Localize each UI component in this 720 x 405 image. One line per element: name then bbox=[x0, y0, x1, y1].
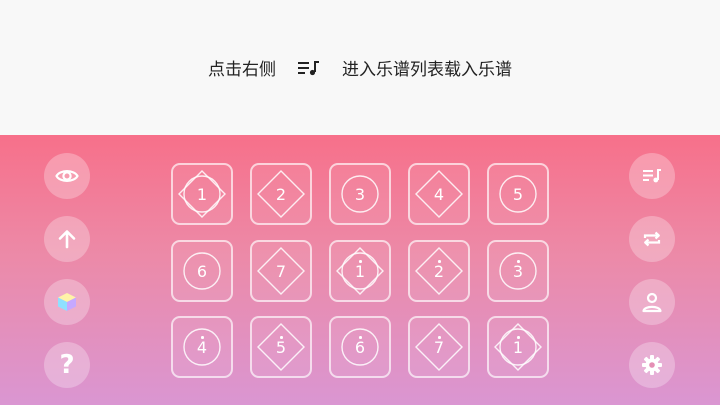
skin-button[interactable] bbox=[44, 279, 90, 325]
key-label: 5 bbox=[275, 337, 287, 357]
note-key[interactable]: 5 bbox=[487, 163, 549, 225]
profile-button[interactable] bbox=[629, 279, 675, 325]
note-key[interactable]: 1 bbox=[171, 163, 233, 225]
key-label: 2 bbox=[433, 261, 445, 281]
high-octave-dot bbox=[359, 260, 362, 263]
hint-text-before: 点击右侧 bbox=[208, 60, 276, 80]
key-label: 7 bbox=[433, 337, 445, 357]
gear-icon bbox=[642, 355, 662, 375]
key-label: 1 bbox=[196, 184, 208, 204]
note-key[interactable]: 5 bbox=[250, 316, 312, 378]
key-label: 4 bbox=[196, 337, 208, 357]
note-key[interactable]: 4 bbox=[171, 316, 233, 378]
toggle-visibility-button[interactable] bbox=[44, 153, 90, 199]
instrument-panel: ? 1 2 3 4 5 6 7 1 2 3 4 5 6 7 1 bbox=[0, 135, 720, 405]
cube-icon bbox=[58, 293, 76, 311]
note-key[interactable]: 6 bbox=[171, 240, 233, 302]
key-label: 3 bbox=[512, 261, 524, 281]
key-label: 7 bbox=[275, 261, 287, 281]
note-key[interactable]: 7 bbox=[250, 240, 312, 302]
music-list-icon bbox=[298, 60, 319, 75]
scroll-up-button[interactable] bbox=[44, 216, 90, 262]
key-label: 5 bbox=[512, 184, 524, 204]
key-label: 6 bbox=[196, 261, 208, 281]
key-label: 6 bbox=[354, 337, 366, 357]
high-octave-dot bbox=[280, 336, 283, 339]
key-label: 1 bbox=[354, 261, 366, 281]
note-key[interactable]: 1 bbox=[487, 316, 549, 378]
question-icon: ? bbox=[59, 350, 75, 380]
key-label: 4 bbox=[433, 184, 445, 204]
high-octave-dot bbox=[359, 336, 362, 339]
key-label: 3 bbox=[354, 184, 366, 204]
note-key[interactable]: 3 bbox=[329, 163, 391, 225]
user-icon bbox=[642, 292, 662, 313]
key-label: 1 bbox=[512, 337, 524, 357]
note-key[interactable]: 7 bbox=[408, 316, 470, 378]
note-key[interactable]: 1 bbox=[329, 240, 391, 302]
note-key[interactable]: 2 bbox=[250, 163, 312, 225]
hint-text-after: 进入乐谱列表载入乐谱 bbox=[342, 60, 512, 80]
arrow-up-icon bbox=[58, 230, 76, 249]
key-label: 2 bbox=[275, 184, 287, 204]
settings-button[interactable] bbox=[629, 342, 675, 388]
hint-bar: 点击右侧 进入乐谱列表载入乐谱 bbox=[0, 0, 720, 135]
music-list-icon bbox=[643, 169, 661, 183]
high-octave-dot bbox=[517, 260, 520, 263]
high-octave-dot bbox=[438, 336, 441, 339]
eye-icon bbox=[55, 170, 79, 182]
repeat-icon bbox=[643, 231, 661, 247]
note-key[interactable]: 3 bbox=[487, 240, 549, 302]
repeat-button[interactable] bbox=[629, 216, 675, 262]
high-octave-dot bbox=[201, 336, 204, 339]
music-list-button[interactable] bbox=[629, 153, 675, 199]
note-key[interactable]: 4 bbox=[408, 163, 470, 225]
note-key[interactable]: 6 bbox=[329, 316, 391, 378]
note-key[interactable]: 2 bbox=[408, 240, 470, 302]
high-octave-dot bbox=[517, 336, 520, 339]
high-octave-dot bbox=[438, 260, 441, 263]
help-button[interactable]: ? bbox=[44, 342, 90, 388]
